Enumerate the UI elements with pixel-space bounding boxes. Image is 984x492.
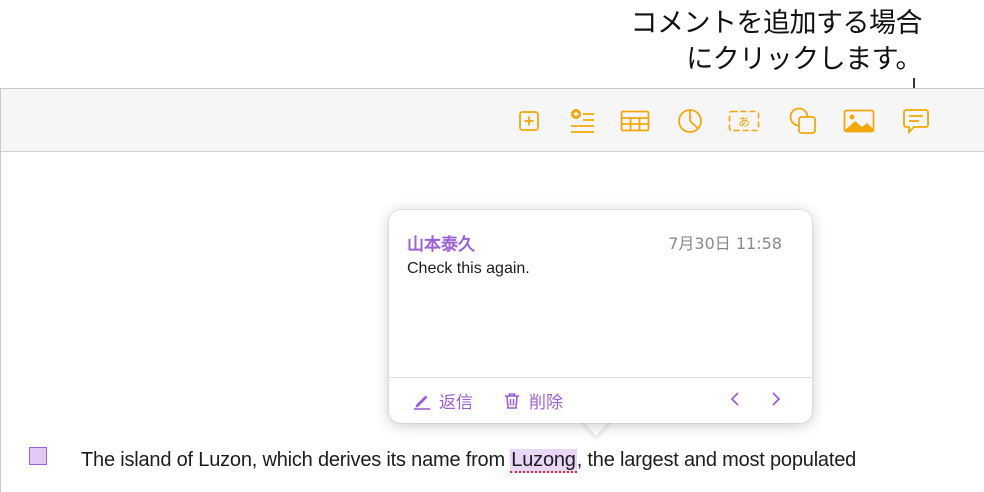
insert-button[interactable]	[513, 105, 545, 137]
text-box-button[interactable]: あ	[728, 105, 760, 137]
reply-label: 返信	[439, 393, 473, 413]
delete-label: 削除	[529, 393, 563, 413]
table-button[interactable]	[619, 105, 651, 137]
comment-icon	[903, 109, 929, 135]
text-after: , the largest and most populated	[576, 449, 857, 471]
next-comment-button[interactable]	[764, 386, 788, 412]
shape-button[interactable]	[787, 105, 819, 137]
comment-button[interactable]	[900, 105, 932, 137]
previous-comment-button[interactable]	[723, 386, 747, 412]
add-list-button[interactable]	[566, 105, 598, 137]
comment-popover: 山本泰久 7月30日 11:58 Check this again. 返信 削除	[389, 210, 812, 423]
media-icon	[843, 109, 875, 133]
commented-word[interactable]: Luzong	[510, 449, 577, 473]
table-icon	[620, 110, 650, 132]
shape-icon	[789, 107, 816, 134]
comment-author: 山本泰久	[407, 235, 475, 255]
reply-button[interactable]: 返信	[413, 388, 473, 413]
popover-footer: 返信 削除	[389, 378, 812, 423]
chart-button[interactable]	[674, 105, 706, 137]
comment-timestamp: 7月30日 11:58	[668, 234, 782, 253]
comment-text[interactable]: Check this again.	[407, 260, 530, 278]
svg-text:あ: あ	[738, 115, 750, 129]
text-box-icon: あ	[728, 110, 760, 132]
text-before: The island of Luzon, which derives its n…	[81, 449, 511, 471]
insert-icon	[519, 111, 539, 131]
toolbar: あ	[1, 89, 984, 152]
callout-annotation: コメントを追加する場合 にクリックします。	[631, 6, 923, 78]
list-add-icon	[571, 109, 594, 133]
trash-icon	[505, 392, 519, 409]
callout-line-2: にクリックします。	[686, 44, 922, 75]
comment-marker[interactable]	[29, 447, 47, 465]
chevron-left-icon	[730, 392, 739, 406]
delete-button[interactable]: 削除	[503, 388, 563, 413]
callout-line-1: コメントを追加する場合	[630, 8, 923, 39]
document-text-line[interactable]: The island of Luzon, which derives its n…	[81, 449, 857, 473]
chart-icon	[678, 109, 702, 133]
chevron-right-icon	[772, 392, 781, 406]
pencil-icon	[414, 395, 430, 410]
media-button[interactable]	[843, 105, 875, 137]
